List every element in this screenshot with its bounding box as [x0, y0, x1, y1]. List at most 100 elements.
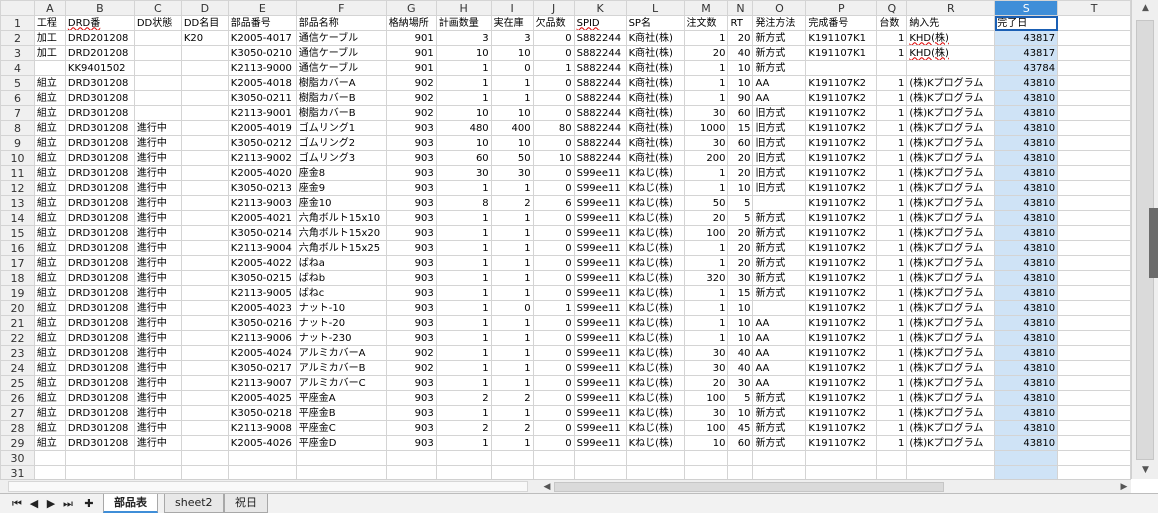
last-sheet-icon[interactable]: ⏭	[61, 496, 75, 512]
select-all-corner[interactable]	[0, 0, 35, 16]
row-header[interactable]: 13	[0, 195, 35, 211]
column-header-p[interactable]: P	[805, 0, 878, 16]
cell-m9[interactable]: 30	[683, 135, 729, 151]
cell-k9[interactable]: S882244	[573, 135, 627, 151]
cell-q2[interactable]: 1	[876, 30, 908, 46]
cell-h7[interactable]: 10	[435, 105, 492, 121]
scroll-right-icon[interactable]: ▶	[1117, 480, 1131, 494]
cell-i25[interactable]: 1	[490, 375, 534, 391]
cell-a20[interactable]: 組立	[33, 300, 66, 316]
cell-q19[interactable]: 1	[876, 285, 908, 301]
cell-s3[interactable]: 43817	[994, 45, 1059, 61]
cell-m30[interactable]	[683, 450, 729, 466]
cell-j15[interactable]: 0	[532, 225, 575, 241]
cell-o16[interactable]: 新方式	[752, 240, 807, 256]
cell-b4[interactable]: KK9401502	[64, 60, 135, 76]
cell-l18[interactable]: Kねじ(株)	[625, 270, 685, 286]
cell-m20[interactable]: 1	[683, 300, 729, 316]
cell-s20[interactable]: 43810	[994, 300, 1059, 316]
cell-h20[interactable]: 1	[435, 300, 492, 316]
cell-j26[interactable]: 0	[532, 390, 575, 406]
cell-f11[interactable]: 座金8	[295, 165, 387, 181]
cell-r31[interactable]	[906, 465, 996, 479]
cell-r12[interactable]: (株)Kプログラム	[906, 180, 996, 196]
cell-n28[interactable]: 45	[727, 420, 754, 436]
cell-b13[interactable]: DRD301208	[64, 195, 135, 211]
cell-p28[interactable]: K191107K2	[805, 420, 878, 436]
column-header-i[interactable]: I	[490, 0, 534, 16]
cell-h4[interactable]: 1	[435, 60, 492, 76]
cell-i5[interactable]: 1	[490, 75, 534, 91]
cell-d4[interactable]	[180, 60, 229, 76]
cell-g3[interactable]: 901	[385, 45, 437, 61]
cell-c11[interactable]: 進行中	[133, 165, 182, 181]
cell-t16[interactable]	[1057, 240, 1131, 256]
cell-o4[interactable]: 新方式	[752, 60, 807, 76]
cell-h1[interactable]: 計画数量	[435, 15, 492, 31]
cell-d26[interactable]	[180, 390, 229, 406]
cell-h9[interactable]: 10	[435, 135, 492, 151]
cell-e25[interactable]: K2113-9007	[227, 375, 297, 391]
cell-e3[interactable]: K3050-0210	[227, 45, 297, 61]
row-header[interactable]: 18	[0, 270, 35, 286]
cell-t5[interactable]	[1057, 75, 1131, 91]
cell-k2[interactable]: S882244	[573, 30, 627, 46]
cell-t8[interactable]	[1057, 120, 1131, 136]
cell-i28[interactable]: 2	[490, 420, 534, 436]
cell-i20[interactable]: 0	[490, 300, 534, 316]
cell-a10[interactable]: 組立	[33, 150, 66, 166]
cell-h24[interactable]: 1	[435, 360, 492, 376]
cell-k5[interactable]: S882244	[573, 75, 627, 91]
cell-b7[interactable]: DRD301208	[64, 105, 135, 121]
cell-m10[interactable]: 200	[683, 150, 729, 166]
cell-g19[interactable]: 903	[385, 285, 437, 301]
cell-m12[interactable]: 1	[683, 180, 729, 196]
cell-s7[interactable]: 43810	[994, 105, 1059, 121]
cell-f20[interactable]: ナット-10	[295, 300, 387, 316]
cell-k6[interactable]: S882244	[573, 90, 627, 106]
cell-l5[interactable]: K商社(株)	[625, 75, 685, 91]
cell-e27[interactable]: K3050-0218	[227, 405, 297, 421]
cell-b23[interactable]: DRD301208	[64, 345, 135, 361]
cell-q17[interactable]: 1	[876, 255, 908, 271]
cell-p12[interactable]: K191107K2	[805, 180, 878, 196]
cell-n14[interactable]: 5	[727, 210, 754, 226]
cell-o13[interactable]	[752, 195, 807, 211]
cell-o28[interactable]: 新方式	[752, 420, 807, 436]
cell-e7[interactable]: K2113-9001	[227, 105, 297, 121]
cell-l12[interactable]: Kねじ(株)	[625, 180, 685, 196]
cell-a24[interactable]: 組立	[33, 360, 66, 376]
column-header-r[interactable]: R	[906, 0, 996, 16]
cell-p30[interactable]	[805, 450, 878, 466]
cell-j8[interactable]: 80	[532, 120, 575, 136]
cell-n26[interactable]: 5	[727, 390, 754, 406]
cell-s27[interactable]: 43810	[994, 405, 1059, 421]
cell-o14[interactable]: 新方式	[752, 210, 807, 226]
cell-h13[interactable]: 8	[435, 195, 492, 211]
cell-n24[interactable]: 40	[727, 360, 754, 376]
column-header-d[interactable]: D	[180, 0, 229, 16]
cell-b5[interactable]: DRD301208	[64, 75, 135, 91]
cell-p6[interactable]: K191107K2	[805, 90, 878, 106]
cell-t6[interactable]	[1057, 90, 1131, 106]
cell-t17[interactable]	[1057, 255, 1131, 271]
cell-d6[interactable]	[180, 90, 229, 106]
cell-i2[interactable]: 3	[490, 30, 534, 46]
cell-q11[interactable]: 1	[876, 165, 908, 181]
cell-l4[interactable]: K商社(株)	[625, 60, 685, 76]
cell-m15[interactable]: 100	[683, 225, 729, 241]
cell-q3[interactable]: 1	[876, 45, 908, 61]
cell-s26[interactable]: 43810	[994, 390, 1059, 406]
cell-p15[interactable]: K191107K2	[805, 225, 878, 241]
cell-c26[interactable]: 進行中	[133, 390, 182, 406]
column-header-a[interactable]: A	[33, 0, 66, 16]
cell-f14[interactable]: 六角ボルト15x10	[295, 210, 387, 226]
row-header[interactable]: 29	[0, 435, 35, 451]
cell-j7[interactable]: 0	[532, 105, 575, 121]
cell-p10[interactable]: K191107K2	[805, 150, 878, 166]
cell-r22[interactable]: (株)Kプログラム	[906, 330, 996, 346]
cell-s29[interactable]: 43810	[994, 435, 1059, 451]
cell-n15[interactable]: 20	[727, 225, 754, 241]
cell-n29[interactable]: 60	[727, 435, 754, 451]
cell-j23[interactable]: 0	[532, 345, 575, 361]
